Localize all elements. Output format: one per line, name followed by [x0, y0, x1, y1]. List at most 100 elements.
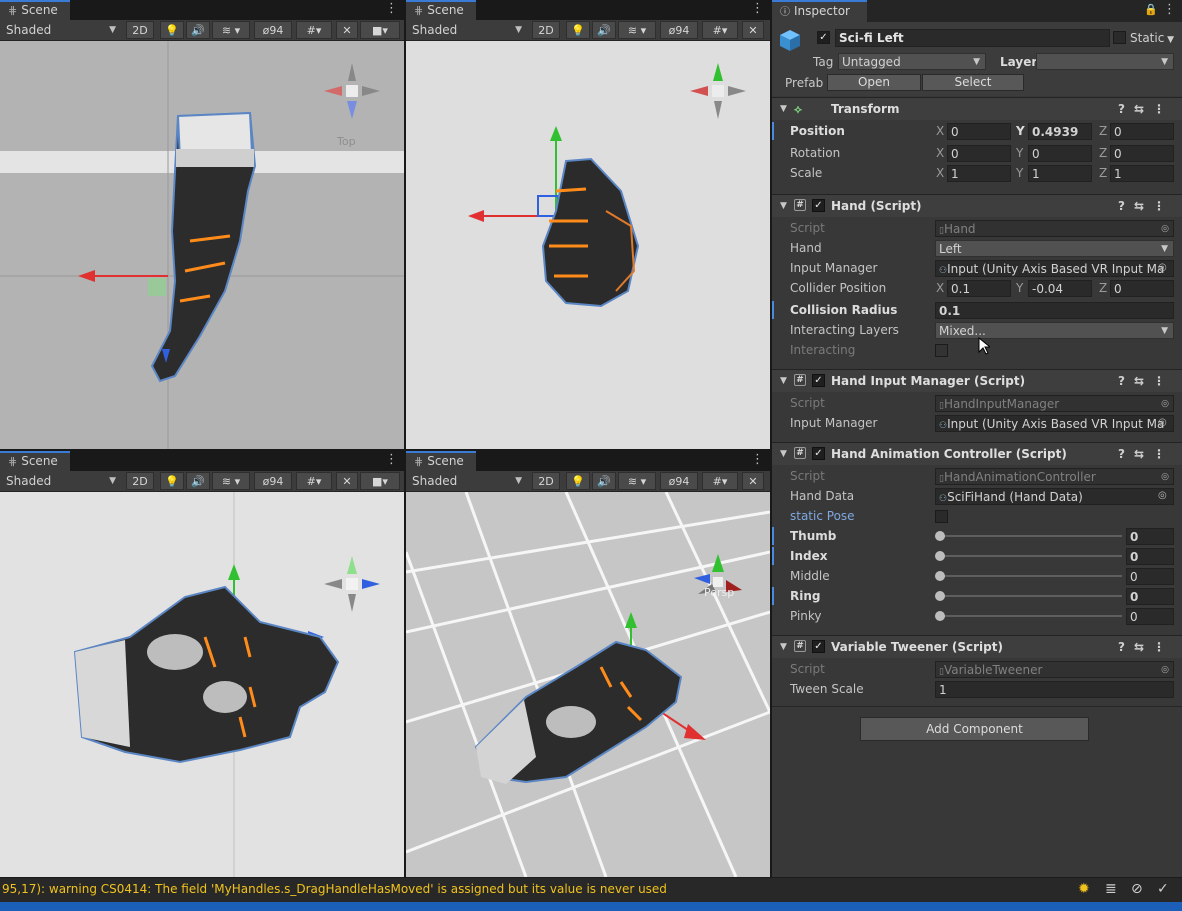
toggle-2d-button[interactable]: 2D — [126, 21, 154, 39]
component-enabled-checkbox[interactable]: ✓ — [812, 374, 825, 387]
slider-handle[interactable] — [935, 591, 945, 601]
hand-input-manager-header[interactable]: ▼ # ✓ Hand Input Manager (Script) ?⇆⋮ — [772, 369, 1182, 392]
hand-animation-controller-header[interactable]: ▼ # ✓ Hand Animation Controller (Script)… — [772, 442, 1182, 465]
layer-dropdown[interactable]: ▼ — [1036, 53, 1174, 70]
lighting-toggle-icon[interactable]: 💡 — [160, 472, 184, 490]
grid-toggle-icon[interactable]: #▾ — [296, 472, 332, 490]
script-reference-field[interactable]: ▯Hand ◎ — [935, 220, 1174, 237]
audio-toggle-icon[interactable]: 🔊 — [186, 472, 210, 490]
input-manager-field[interactable]: ⚇Input (Unity Axis Based VR Input Ma — [935, 415, 1174, 432]
hidden-objects-toggle[interactable]: ø94 — [660, 472, 698, 490]
slider-track[interactable] — [940, 595, 1122, 597]
audio-toggle-icon[interactable]: 🔊 — [186, 21, 210, 39]
effects-toggle-icon[interactable]: ≋ ▾ — [618, 472, 656, 490]
static-dropdown[interactable]: Static ▼ — [1130, 29, 1174, 49]
tools-icon[interactable]: ✕ — [742, 472, 764, 490]
collider-y-field[interactable]: -0.04 — [1028, 280, 1092, 297]
object-picker-icon[interactable]: ◎ — [1158, 486, 1167, 506]
static-checkbox[interactable] — [1113, 31, 1126, 44]
object-picker-icon[interactable]: ◎ — [1158, 258, 1167, 278]
prefab-select-button[interactable]: Select — [922, 74, 1024, 91]
audio-toggle-icon[interactable]: 🔊 — [592, 472, 616, 490]
shading-mode-dropdown[interactable]: Shaded ▼ — [408, 22, 526, 38]
component-enabled-checkbox[interactable]: ✓ — [812, 199, 825, 212]
scale-x-field[interactable]: 1 — [947, 165, 1011, 182]
slider-handle[interactable] — [935, 571, 945, 581]
lock-icon[interactable]: 🔒 — [1144, 3, 1158, 16]
lighting-toggle-icon[interactable]: 💡 — [566, 21, 590, 39]
console-warning-message[interactable]: 95,17): warning CS0414: The field 'MyHan… — [2, 882, 667, 896]
object-picker-icon[interactable]: ◎ — [1161, 396, 1169, 411]
inspector-tab[interactable]: ⓘ Inspector — [772, 0, 867, 22]
component-icons[interactable]: ?⇆⋮ — [1118, 443, 1174, 465]
static-pose-checkbox[interactable] — [935, 510, 948, 523]
collision-radius-field[interactable]: 0.1 — [935, 302, 1174, 319]
toggle-2d-button[interactable]: 2D — [532, 472, 560, 490]
debug-bug-icon[interactable]: ✹ — [1078, 881, 1090, 897]
scene-view-top-right[interactable]: ⋕ Scene ⋮ Shaded ▼ 2D 💡 🔊 ≋ ▾ ø94 #▾ ✕ — [406, 0, 770, 449]
finger-value-field[interactable]: 0 — [1126, 608, 1174, 625]
component-icons[interactable]: ?⇆⋮ — [1118, 370, 1174, 392]
scene-viewport[interactable] — [0, 492, 404, 877]
slider-handle[interactable] — [935, 551, 945, 561]
interacting-checkbox[interactable] — [935, 344, 948, 357]
position-x-field[interactable]: 0 — [947, 123, 1011, 140]
tools-icon[interactable]: ✕ — [742, 21, 764, 39]
object-name-field[interactable]: Sci-fi Left — [835, 29, 1110, 47]
active-checkbox[interactable]: ✓ — [817, 31, 830, 44]
grid-toggle-icon[interactable]: #▾ — [296, 21, 332, 39]
grid-toggle-icon[interactable]: #▾ — [702, 472, 738, 490]
scene-view-bottom-left[interactable]: ⋕ Scene ⋮ Shaded ▼ 2D 💡 🔊 ≋ ▾ ø94 #▾ ✕ ■▾ — [0, 451, 404, 877]
shading-mode-dropdown[interactable]: Shaded ▼ — [2, 22, 120, 38]
scene-view-bottom-right[interactable]: ⋕ Scene ⋮ Shaded ▼ 2D 💡 🔊 ≋ ▾ ø94 #▾ ✕ P… — [406, 451, 770, 877]
position-z-field[interactable]: 0 — [1110, 123, 1174, 140]
component-enabled-checkbox[interactable]: ✓ — [812, 640, 825, 653]
effects-toggle-icon[interactable]: ≋ ▾ — [212, 472, 250, 490]
script-reference-field[interactable]: ▯HandAnimationController ◎ — [935, 468, 1174, 485]
collider-x-field[interactable]: 0.1 — [947, 280, 1011, 297]
component-enabled-checkbox[interactable]: ✓ — [812, 447, 825, 460]
toggle-2d-button[interactable]: 2D — [532, 21, 560, 39]
scene-view-top-left[interactable]: ⋕ Scene ⋮ Shaded ▼ 2D 💡 🔊 ≋ ▾ ø94 #▾ ✕ ■▾ — [0, 0, 404, 449]
camera-icon[interactable]: ■▾ — [360, 21, 400, 39]
scene-tab[interactable]: ⋕ Scene — [0, 0, 70, 20]
hand-data-field[interactable]: ⚇SciFiHand (Hand Data) — [935, 488, 1174, 505]
transform-header[interactable]: ▼ ⟡ Transform ?⇆⋮ — [772, 97, 1182, 120]
hidden-objects-toggle[interactable]: ø94 — [254, 472, 292, 490]
prefab-open-button[interactable]: Open — [827, 74, 921, 91]
hand-script-header[interactable]: ▼ # ✓ Hand (Script) ?⇆⋮ — [772, 194, 1182, 217]
rotation-z-field[interactable]: 0 — [1110, 145, 1174, 162]
camera-icon[interactable]: ■▾ — [360, 472, 400, 490]
tag-dropdown[interactable]: Untagged ▼ — [838, 53, 986, 70]
scene-viewport[interactable]: Top — [0, 41, 404, 449]
slider-track[interactable] — [940, 535, 1122, 537]
finger-value-field[interactable]: 0 — [1126, 568, 1174, 585]
scene-tab[interactable]: ⋕ Scene — [406, 451, 476, 471]
rotation-x-field[interactable]: 0 — [947, 145, 1011, 162]
object-picker-icon[interactable]: ◎ — [1161, 221, 1169, 236]
script-reference-field[interactable]: ▯HandInputManager ◎ — [935, 395, 1174, 412]
position-y-field[interactable]: 0.4939 — [1028, 123, 1092, 140]
slider-track[interactable] — [940, 575, 1122, 577]
finger-value-field[interactable]: 0 — [1126, 548, 1174, 565]
tools-icon[interactable]: ✕ — [336, 472, 358, 490]
scene-viewport[interactable] — [406, 41, 770, 449]
more-menu-icon[interactable]: ⋮ — [751, 2, 764, 16]
component-icons[interactable]: ?⇆⋮ — [1118, 98, 1174, 120]
scene-tab[interactable]: ⋕ Scene — [406, 0, 476, 20]
collider-z-field[interactable]: 0 — [1110, 280, 1174, 297]
layers-icon[interactable]: ≣ — [1105, 881, 1117, 897]
scene-viewport[interactable]: Persp — [406, 491, 770, 877]
scale-z-field[interactable]: 1 — [1110, 165, 1174, 182]
hidden-objects-toggle[interactable]: ø94 — [660, 21, 698, 39]
input-manager-field[interactable]: ⚇Input (Unity Axis Based VR Input Ma — [935, 260, 1174, 277]
object-picker-icon[interactable]: ◎ — [1161, 662, 1169, 677]
component-icons[interactable]: ?⇆⋮ — [1118, 195, 1174, 217]
variable-tweener-header[interactable]: ▼ # ✓ Variable Tweener (Script) ?⇆⋮ — [772, 635, 1182, 658]
slider-track[interactable] — [940, 615, 1122, 617]
more-menu-icon[interactable]: ⋮ — [385, 2, 398, 16]
network-icon[interactable]: ⊘ — [1131, 881, 1143, 897]
more-menu-icon[interactable]: ⋮ — [751, 453, 764, 467]
toggle-2d-button[interactable]: 2D — [126, 472, 154, 490]
scene-tab[interactable]: ⋕ Scene — [0, 451, 70, 471]
